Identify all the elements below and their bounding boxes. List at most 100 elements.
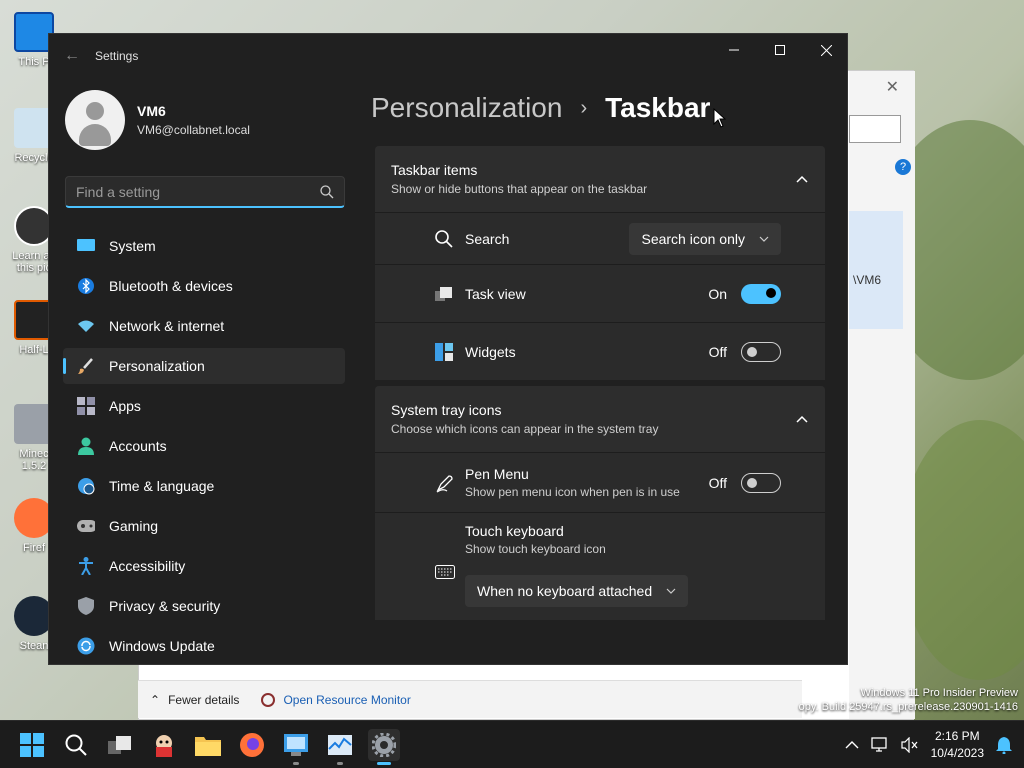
- folder-icon: [195, 737, 221, 756]
- pen-menu-description: Show pen menu icon when pen is in use: [465, 485, 680, 499]
- toggle-state-label: Off: [708, 474, 727, 491]
- row-text: \VM6: [853, 273, 882, 287]
- touch-keyboard-dropdown[interactable]: When no keyboard attached: [465, 575, 689, 607]
- help-icon[interactable]: ?: [895, 159, 911, 175]
- sidebar-item-label: Bluetooth & devices: [109, 278, 233, 294]
- sidebar-nav: System Bluetooth & devices Network & int…: [63, 228, 345, 664]
- toggle-state-label: Off: [708, 343, 727, 360]
- system-tray-header[interactable]: System tray icons Choose which icons can…: [375, 386, 825, 452]
- user-profile[interactable]: VM6 VM6@collabnet.local: [65, 90, 250, 150]
- task-view-icon: [435, 286, 452, 301]
- shield-icon: [77, 597, 95, 615]
- section-subtitle: Show or hide buttons that appear on the …: [391, 182, 648, 196]
- sidebar-item-accounts[interactable]: Accounts: [63, 428, 345, 464]
- back-arrow-icon[interactable]: ←: [49, 47, 95, 65]
- taskbar-file-explorer[interactable]: [192, 729, 224, 761]
- search-mode-dropdown[interactable]: Search icon only: [629, 223, 781, 255]
- close-button[interactable]: [803, 34, 847, 66]
- settings-content: Taskbar items Show or hide buttons that …: [375, 146, 825, 626]
- close-icon[interactable]: ✕: [886, 77, 899, 97]
- search-box[interactable]: [849, 115, 901, 143]
- maximize-button[interactable]: [757, 34, 803, 66]
- taskbar-items-card: Taskbar items Show or hide buttons that …: [375, 146, 825, 380]
- task-view-icon: [108, 736, 131, 754]
- search-icon[interactable]: [320, 184, 334, 199]
- task-view-button[interactable]: [104, 729, 136, 761]
- taskbar-task-manager[interactable]: [324, 729, 356, 765]
- minimize-button[interactable]: [711, 34, 757, 66]
- sidebar-item-privacy[interactable]: Privacy & security: [63, 588, 345, 624]
- sidebar-item-label: Accounts: [109, 438, 167, 454]
- taskbar: 2:16 PM 10/4/2023: [0, 720, 1024, 768]
- clock[interactable]: 2:16 PM 10/4/2023: [931, 728, 984, 762]
- sidebar-item-apps[interactable]: Apps: [63, 388, 345, 424]
- selected-row[interactable]: \VM6: [849, 211, 903, 329]
- update-icon: [77, 637, 95, 655]
- search-icon: [435, 229, 453, 248]
- watermark-line: Windows 11 Pro Insider Preview: [860, 687, 1018, 699]
- dropdown-value: When no keyboard attached: [477, 583, 653, 599]
- wifi-icon: [77, 317, 95, 335]
- sidebar-item-gaming[interactable]: Gaming: [63, 508, 345, 544]
- chevron-up-icon[interactable]: [845, 740, 859, 750]
- desktop-icon-label: Firef: [23, 542, 45, 554]
- control-panel-icon: [284, 734, 308, 756]
- desktop-icon-label: Stean: [19, 640, 49, 652]
- chevron-up-icon[interactable]: [795, 412, 809, 426]
- task-view-label: Task view: [465, 285, 526, 302]
- mascot-app-icon: [156, 735, 172, 757]
- chevron-up-icon[interactable]: ⌃: [150, 693, 160, 707]
- sidebar-item-label: Accessibility: [109, 558, 186, 574]
- sidebar-item-system[interactable]: System: [63, 228, 345, 264]
- task-view-toggle[interactable]: [741, 283, 781, 304]
- section-title: Taskbar items: [391, 162, 478, 178]
- pen-menu-toggle[interactable]: [741, 472, 781, 493]
- volume-muted-icon[interactable]: [901, 737, 919, 753]
- section-title: System tray icons: [391, 402, 502, 418]
- keyboard-icon: [435, 565, 455, 579]
- taskbar-firefox[interactable]: [236, 729, 268, 761]
- pen-menu-label: Pen Menu: [465, 466, 529, 482]
- sidebar-item-windows-update[interactable]: Windows Update: [63, 628, 345, 664]
- sidebar-item-time-language[interactable]: Time & language: [63, 468, 345, 504]
- taskbar-control-panel[interactable]: [280, 729, 312, 765]
- open-resource-monitor-link[interactable]: Open Resource Monitor: [283, 693, 410, 707]
- search-input[interactable]: [76, 183, 320, 200]
- widgets-toggle[interactable]: [741, 341, 781, 362]
- sidebar-item-accessibility[interactable]: Accessibility: [63, 548, 345, 584]
- watermark-line: opy. Build 25947.rs_prerelease.230901-14…: [798, 701, 1018, 713]
- mouse-cursor-icon: [713, 108, 727, 128]
- minimize-icon: [729, 49, 739, 51]
- avatar: [65, 90, 125, 150]
- task-view-row: Task view On: [375, 264, 825, 322]
- gear-icon: [372, 733, 396, 757]
- taskbar-settings[interactable]: [368, 729, 400, 765]
- start-button[interactable]: [16, 729, 48, 761]
- taskbar-items-header[interactable]: Taskbar items Show or hide buttons that …: [375, 146, 825, 212]
- network-icon[interactable]: [870, 737, 889, 753]
- toggle-state-label: On: [708, 285, 727, 302]
- search-icon: [65, 734, 87, 756]
- bluetooth-icon: [77, 277, 95, 295]
- fewer-details-button[interactable]: Fewer details: [168, 693, 239, 707]
- sidebar-item-personalization[interactable]: Personalization: [63, 348, 345, 384]
- resource-monitor-icon: [261, 692, 276, 707]
- find-setting-box[interactable]: [65, 176, 345, 208]
- breadcrumb-parent-link[interactable]: Personalization: [371, 92, 562, 124]
- chevron-up-icon[interactable]: [795, 172, 809, 186]
- sidebar-item-network[interactable]: Network & internet: [63, 308, 345, 344]
- taskbar-search-button[interactable]: [60, 729, 92, 761]
- desktop-icon-label: This P: [18, 56, 50, 68]
- touch-keyboard-row: Touch keyboard Show touch keyboard icon …: [375, 512, 825, 620]
- settings-window: ← Settings VM6 VM6@collabnet.local Syste…: [48, 33, 848, 665]
- globe-clock-icon: [77, 477, 95, 495]
- sidebar-item-bluetooth[interactable]: Bluetooth & devices: [63, 268, 345, 304]
- accounts-icon: [77, 437, 95, 455]
- widgets-label: Widgets: [465, 343, 516, 360]
- breadcrumb: Personalization › Taskbar: [371, 92, 710, 124]
- sidebar-item-label: Personalization: [109, 358, 205, 374]
- notification-bell-icon[interactable]: [996, 736, 1012, 754]
- chevron-down-icon: [666, 588, 676, 594]
- taskbar-app-mascot[interactable]: [148, 729, 180, 761]
- windows-logo-icon: [20, 733, 44, 757]
